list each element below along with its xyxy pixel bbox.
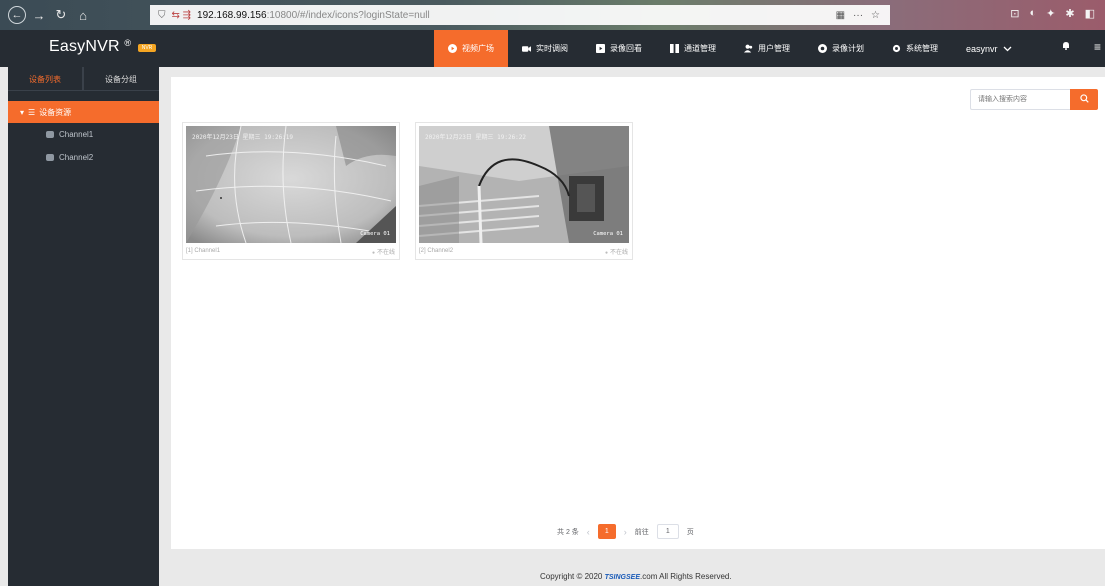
- qr-code-icon[interactable]: ▦: [836, 10, 845, 21]
- bell-icon[interactable]: [1062, 41, 1070, 53]
- play-circle-icon: [448, 44, 457, 53]
- list-icon: ☰: [28, 107, 36, 117]
- search-input[interactable]: [970, 89, 1070, 110]
- camera-label-overlay: Camera 01: [593, 231, 623, 237]
- video-camera-icon: [522, 44, 531, 53]
- tree-item-channel2[interactable]: Channel2: [8, 146, 159, 169]
- nav-record-plan[interactable]: 录像计划: [804, 30, 878, 67]
- chevron-right-icon[interactable]: ›: [624, 527, 627, 537]
- sidebar-tabs: 设备列表 设备分组: [8, 67, 159, 91]
- shield-icon: ⛉: [158, 9, 166, 21]
- tree-root-device-resources[interactable]: ▾ ☰ 设备资源: [8, 101, 159, 123]
- timestamp-overlay: 2020年12月23日 星期三 19:26:22: [425, 134, 527, 141]
- pagination: 共 2 条 ‹ 1 › 前往 1 页: [557, 524, 694, 539]
- video-card-channel1[interactable]: 2020年12月23日 星期三 19:26:19 Camera 01 [1] C…: [182, 122, 400, 260]
- sidebar: 设备列表 设备分组 ▾ ☰ 设备资源 Channel1 Channel2: [8, 67, 159, 586]
- nav-playback[interactable]: 录像回看: [582, 30, 656, 67]
- brand-logo[interactable]: EasyNVR ®: [49, 38, 131, 56]
- version-badge: NVR: [138, 44, 156, 52]
- card-channel-name: [1] Channel1: [186, 248, 221, 254]
- user-menu[interactable]: easynvr: [952, 30, 1026, 67]
- record-plan-icon: [818, 44, 827, 53]
- copyright-footer: Copyright © 2020 TSINGSEE.com All Rights…: [540, 572, 732, 581]
- hamburger-menu-icon[interactable]: ≡: [1094, 40, 1101, 54]
- pagination-total: 共 2 条: [557, 528, 579, 536]
- nav-user-management[interactable]: 用户管理: [730, 30, 804, 67]
- sync-icon[interactable]: ◐: [1030, 7, 1037, 20]
- url-path: :10800/#/index/icons?loginState=null: [266, 9, 430, 21]
- gear-icon: [892, 44, 901, 53]
- nav-live-view[interactable]: 实时调阅: [508, 30, 582, 67]
- playback-icon: [596, 44, 605, 53]
- video-thumbnail[interactable]: 2020年12月23日 星期三 19:26:19 Camera 01: [186, 126, 396, 243]
- bookmark-star-icon[interactable]: ☆: [871, 10, 880, 21]
- main-content: 2020年12月23日 星期三 19:26:19 Camera 01 [1] C…: [171, 77, 1105, 549]
- nav-video-square[interactable]: 视频广场: [434, 30, 508, 67]
- shopping-icon[interactable]: ✦: [1046, 7, 1055, 20]
- tsingsee-logo: TSINGSEE: [604, 574, 641, 581]
- chevron-down-icon: [1003, 44, 1012, 54]
- app-header: EasyNVR ® NVR 视频广场 实时调阅 录像回看 通道管理 用户管理 录…: [0, 30, 1105, 67]
- page-unit-label: 页: [686, 528, 694, 536]
- back-arrow-icon[interactable]: ←: [8, 6, 26, 24]
- video-thumbnail[interactable]: 2020年12月23日 星期三 19:26:22 Camera 01: [419, 126, 629, 243]
- home-icon[interactable]: ⌂: [74, 6, 92, 24]
- goto-page-input[interactable]: 1: [656, 524, 679, 539]
- translate-icon[interactable]: ✱: [1065, 7, 1074, 20]
- search-button[interactable]: [1070, 89, 1098, 110]
- top-navigation: 视频广场 实时调阅 录像回看 通道管理 用户管理 录像计划 系统管理 easyn…: [434, 30, 1026, 67]
- search-box: [970, 89, 1098, 110]
- permissions-icon[interactable]: ⇆ ⇶: [172, 10, 192, 21]
- page-number-current[interactable]: 1: [597, 524, 616, 539]
- nav-channel-management[interactable]: 通道管理: [656, 30, 730, 67]
- goto-label: 前往: [634, 528, 649, 536]
- camera-icon: [46, 131, 54, 138]
- address-bar[interactable]: ⛉ ⇆ ⇶ 192.168.99.156 :10800/#/index/icon…: [150, 5, 890, 25]
- channel-icon: [670, 44, 679, 53]
- url-host: 192.168.99.156: [197, 9, 267, 21]
- camera-label-overlay: Camera 01: [360, 231, 390, 237]
- card-channel-name: [2] Channel2: [419, 248, 454, 254]
- status-badge: 不在线: [372, 247, 395, 256]
- tab-device-group[interactable]: 设备分组: [83, 67, 158, 91]
- caret-down-icon: ▾: [20, 107, 25, 117]
- browser-toolbar: ← → ↻ ⌂ ⛉ ⇆ ⇶ 192.168.99.156 :10800/#/in…: [0, 0, 1105, 30]
- camera-icon: [46, 154, 54, 161]
- more-actions-icon[interactable]: ···: [853, 10, 863, 21]
- addon-icon[interactable]: ◧: [1085, 7, 1095, 20]
- reload-icon[interactable]: ↻: [52, 6, 70, 24]
- status-badge: 不在线: [605, 247, 628, 256]
- video-card-channel2[interactable]: 2020年12月23日 星期三 19:26:22 Camera 01 [2] C…: [415, 122, 633, 260]
- forward-arrow-icon[interactable]: →: [30, 6, 48, 24]
- extension-icon[interactable]: ⊡: [1010, 7, 1019, 20]
- tab-device-list[interactable]: 设备列表: [8, 67, 83, 91]
- nav-system-management[interactable]: 系统管理: [878, 30, 952, 67]
- tree-item-channel1[interactable]: Channel1: [8, 123, 159, 146]
- search-icon: [1079, 93, 1089, 103]
- timestamp-overlay: 2020年12月23日 星期三 19:26:19: [192, 134, 294, 141]
- users-icon: [744, 44, 753, 53]
- chevron-left-icon[interactable]: ‹: [587, 527, 590, 537]
